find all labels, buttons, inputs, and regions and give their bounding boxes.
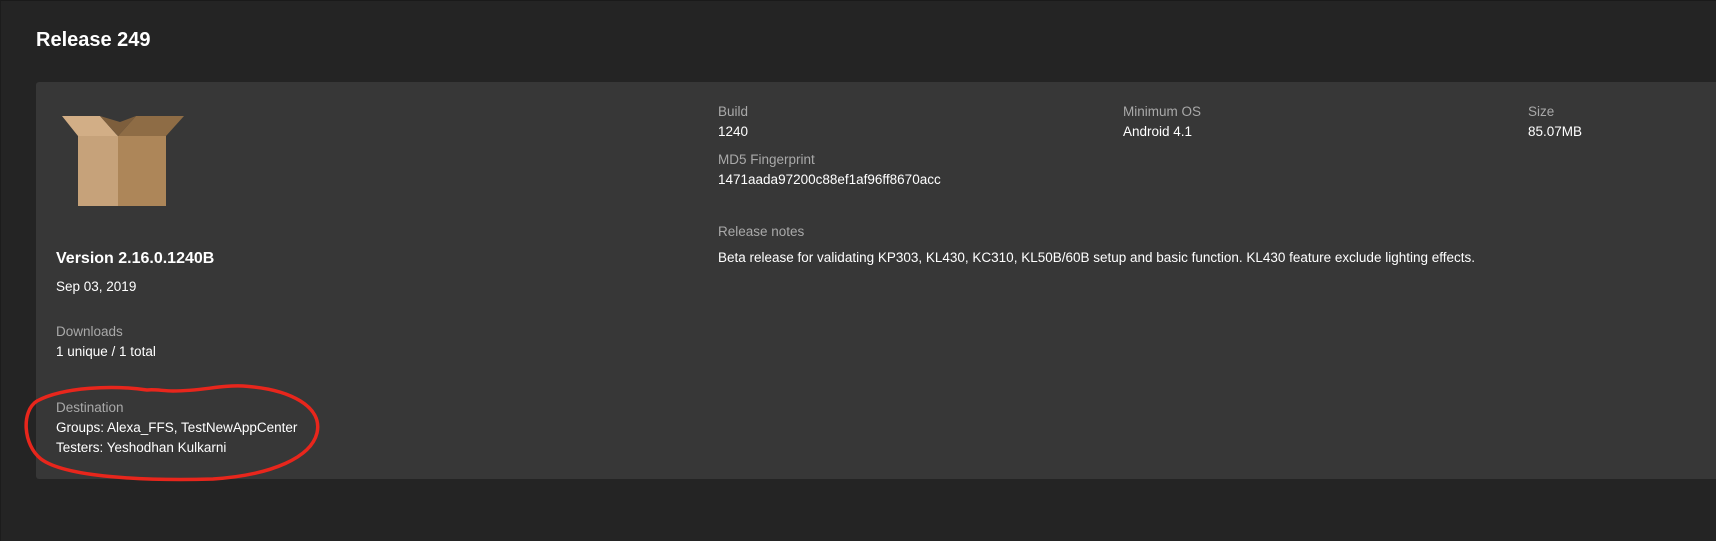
downloads-value: 1 unique / 1 total [56, 344, 156, 359]
min-os-label: Minimum OS [1123, 104, 1202, 119]
md5-label: MD5 Fingerprint [718, 152, 815, 167]
release-notes-value: Beta release for validating KP303, KL430… [718, 250, 1476, 265]
build-label: Build [718, 104, 749, 119]
package-box-icon [62, 116, 184, 206]
size-value: 85.07MB [1528, 124, 1583, 139]
release-date: Sep 03, 2019 [56, 279, 137, 294]
downloads-label: Downloads [56, 324, 123, 339]
release-page: Release 249 Version 2.16.0.1240B Sep 03,… [0, 0, 1716, 541]
min-os-value: Android 4.1 [1123, 124, 1193, 139]
page-title: Release 249 [36, 29, 151, 51]
build-value: 1240 [718, 124, 749, 139]
red-circle-annotation [24, 384, 320, 482]
version-label: Version 2.16.0.1240B [56, 250, 215, 267]
size-label: Size [1528, 104, 1555, 119]
release-notes-label: Release notes [718, 224, 805, 239]
md5-value: 1471aada97200c88ef1af96ff8670acc [718, 172, 941, 187]
